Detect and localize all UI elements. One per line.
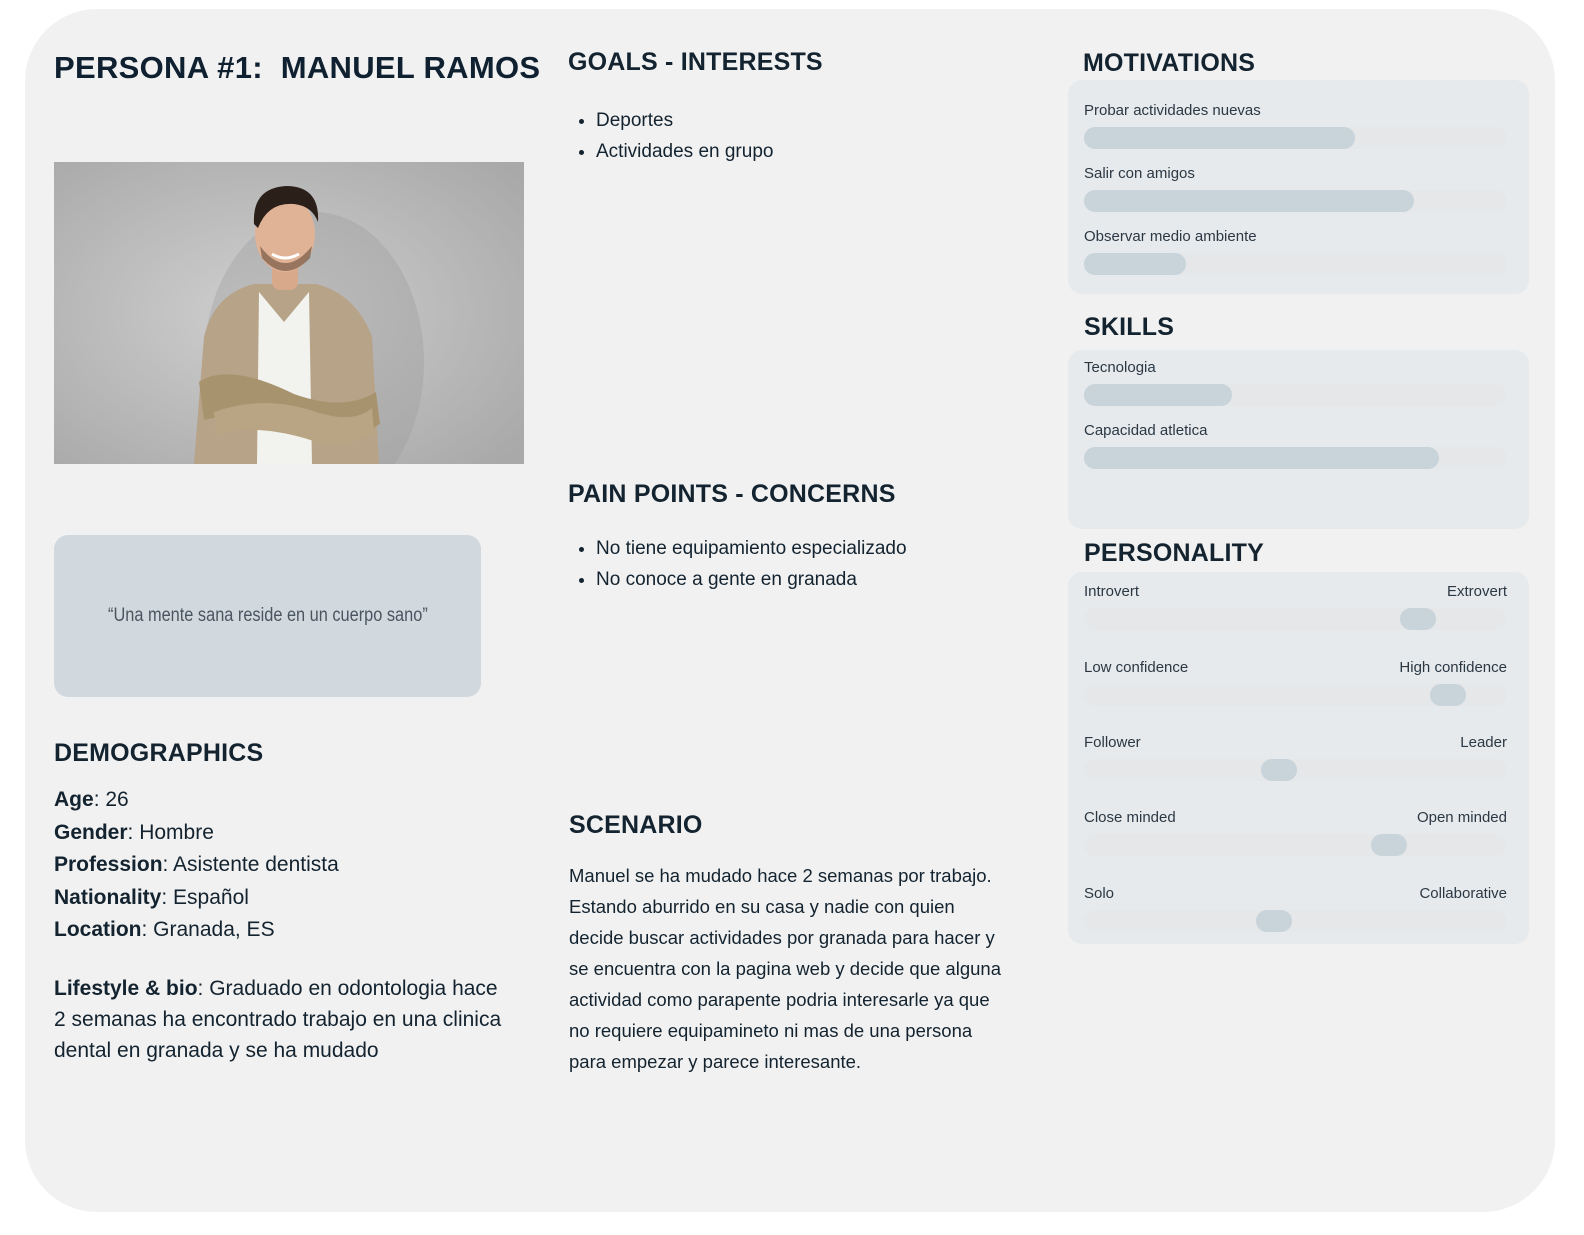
- motivation-bar-fill: [1084, 190, 1414, 212]
- trait-left-label: Introvert: [1084, 583, 1140, 600]
- demographic-label: Profession: [54, 853, 163, 876]
- demographic-value: : Asistente dentista: [162, 853, 339, 876]
- scenario-text: Manuel se ha mudado hace 2 semanas por t…: [569, 865, 1001, 1072]
- motivation-bar: [1084, 127, 1507, 149]
- demographic-label: Location: [54, 918, 142, 941]
- trait-right-label: Leader: [1460, 734, 1507, 751]
- pain-points-heading: PAIN POINTS - CONCERNS: [568, 480, 896, 508]
- goals-list: Deportes Actividades en grupo: [568, 105, 773, 167]
- list-item: No tiene equipamiento especializado: [596, 533, 907, 564]
- motivation-label: Probar actividades nuevas: [1084, 102, 1261, 119]
- motivation-bar: [1084, 190, 1507, 212]
- lifestyle-bio: Lifestyle & bio: Graduado en odontologia…: [54, 973, 504, 1066]
- demographic-location: Location: Granada, ES: [54, 914, 504, 947]
- goals-heading: GOALS - INTERESTS: [568, 48, 823, 76]
- trait-right-label: Collaborative: [1419, 885, 1507, 902]
- demographics-heading: DEMOGRAPHICS: [54, 739, 264, 767]
- trait-slider: [1084, 910, 1507, 932]
- person-illustration: [54, 162, 524, 464]
- skills-heading: SKILLS: [1084, 313, 1175, 341]
- page-title: PERSONA #1: MANUEL RAMOS: [54, 50, 541, 85]
- motivation-bar-fill: [1084, 127, 1355, 149]
- demographic-value: : 26: [93, 788, 129, 811]
- demographic-value: : Español: [161, 885, 249, 909]
- motivation-bar-fill: [1084, 253, 1186, 275]
- trait-slider: [1084, 608, 1507, 630]
- skill-bar: [1084, 447, 1507, 469]
- demographic-profession: Profession: Asistente dentista: [54, 849, 504, 882]
- trait-right-label: High confidence: [1399, 659, 1507, 676]
- motivation-label: Observar medio ambiente: [1084, 228, 1257, 245]
- demographic-label: Gender: [54, 820, 128, 844]
- persona-photo: [54, 162, 524, 464]
- trait-right-label: Open minded: [1416, 809, 1507, 826]
- skill-label: Capacidad atletica: [1084, 422, 1208, 439]
- quote-box: “Una mente sana reside en un cuerpo sano…: [54, 535, 481, 697]
- motivations-heading: MOTIVATIONS: [1083, 49, 1256, 77]
- trait-slider-knob: [1256, 910, 1293, 932]
- list-item: Deportes: [596, 105, 773, 136]
- demographic-gender: Gender: Hombre: [54, 817, 504, 850]
- quote-text: “Una mente sana reside en un cuerpo sano…: [107, 605, 428, 626]
- trait-slider: [1084, 759, 1507, 781]
- trait-left-label: Follower: [1084, 734, 1141, 751]
- trait-slider: [1084, 834, 1507, 856]
- demographic-nationality: Nationality: Español: [54, 882, 504, 915]
- trait-slider-knob: [1400, 608, 1437, 630]
- demographic-label: Nationality: [54, 885, 162, 909]
- scenario-heading: SCENARIO: [569, 811, 703, 839]
- bio-label: Lifestyle & bio: [54, 977, 198, 1000]
- trait-slider-knob: [1260, 759, 1297, 781]
- trait-left-label: Solo: [1084, 885, 1115, 902]
- demographic-age: Age: 26: [54, 784, 504, 817]
- trait-right-label: Extrovert: [1446, 583, 1507, 600]
- pain-points-list: No tiene equipamiento especializado No c…: [568, 533, 907, 595]
- skill-bar: [1084, 384, 1507, 406]
- demographics-list: Age: 26 Gender: Hombre Profession: Asist…: [54, 784, 504, 947]
- demographic-value: : Hombre: [127, 820, 214, 844]
- trait-slider-knob: [1370, 834, 1407, 856]
- list-item: Actividades en grupo: [596, 136, 773, 167]
- demographic-value: : Granada, ES: [141, 918, 275, 941]
- skill-bar-fill: [1084, 384, 1233, 406]
- skill-label: Tecnologia: [1084, 359, 1156, 376]
- trait-slider: [1084, 684, 1507, 706]
- demographic-label: Age: [54, 788, 94, 811]
- personality-heading: PERSONALITY: [1084, 539, 1264, 567]
- skill-bar-fill: [1084, 447, 1440, 469]
- motivation-bar: [1084, 253, 1507, 275]
- motivation-label: Salir con amigos: [1084, 165, 1195, 182]
- list-item: No conoce a gente en granada: [596, 564, 907, 595]
- trait-left-label: Low confidence: [1084, 659, 1189, 676]
- trait-slider-knob: [1429, 684, 1466, 706]
- skills-panel: [1068, 350, 1529, 529]
- trait-left-label: Close minded: [1084, 809, 1176, 826]
